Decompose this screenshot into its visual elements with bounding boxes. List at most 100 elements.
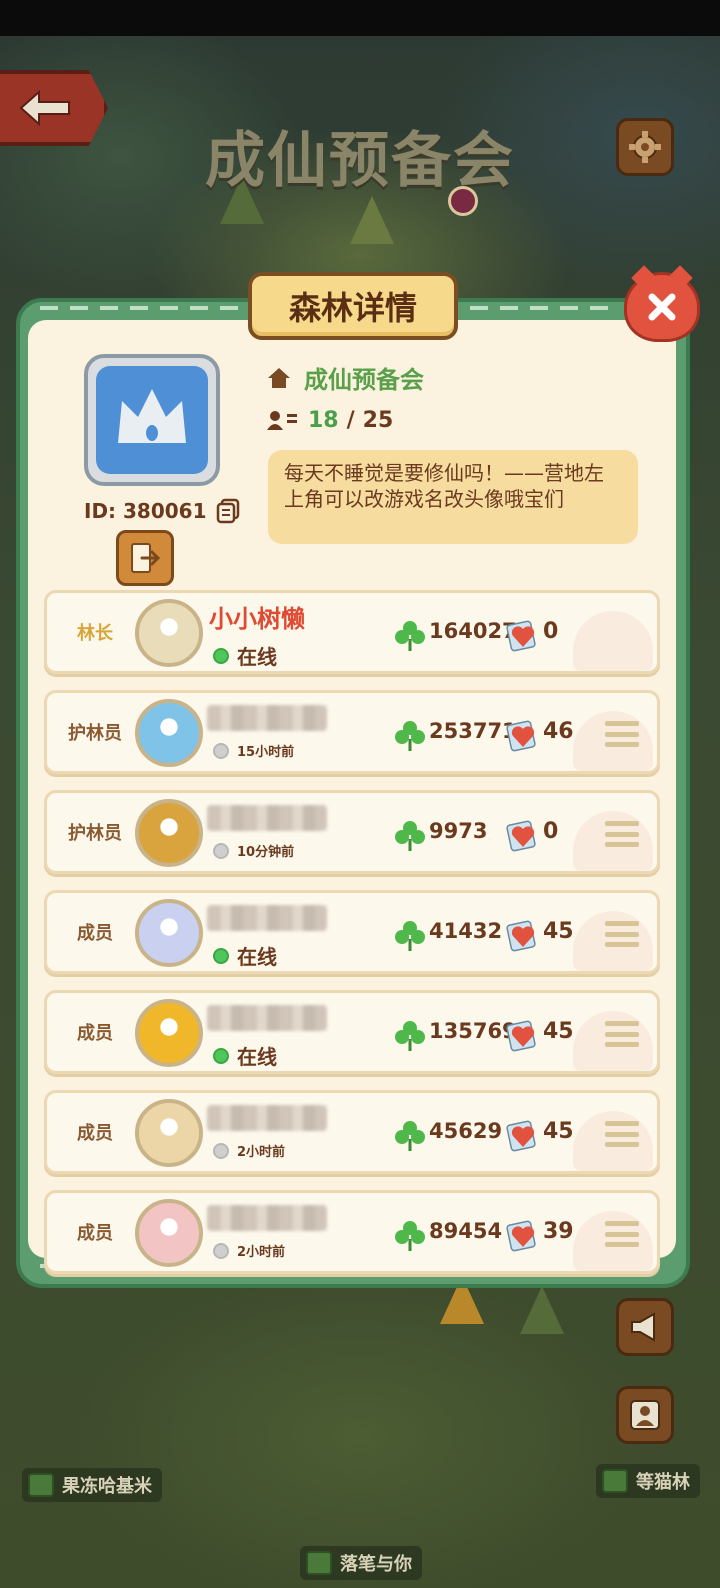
member-row[interactable]: 成员在线 135769 45	[44, 990, 660, 1074]
member-status: 10分钟前	[213, 841, 294, 860]
contact-card-icon	[630, 1400, 660, 1430]
copy-icon[interactable]	[215, 498, 241, 524]
member-role: 成员	[77, 1123, 113, 1144]
home-icon	[268, 367, 290, 388]
member-row[interactable]: 成员 2小时前 45629 45	[44, 1090, 660, 1174]
dialog-title: 森林详情	[248, 272, 458, 340]
member-status: 在线	[213, 1041, 277, 1070]
member-menu-button[interactable]	[605, 1121, 639, 1147]
guild-announcement: 每天不睡觉是要修仙吗！——营地左上角可以改游戏名改头像哦宝们	[268, 450, 638, 544]
member-name-redacted	[207, 1205, 327, 1231]
guild-emblem	[84, 354, 220, 486]
member-avatar[interactable]	[135, 699, 203, 767]
tree-decoration	[350, 196, 394, 244]
member-role: 成员	[77, 1223, 113, 1244]
heart-card-icon[interactable]	[505, 717, 541, 753]
map-marker[interactable]	[448, 186, 478, 216]
status-dot-icon	[213, 647, 229, 664]
place-label[interactable]: 等猫林	[596, 1464, 700, 1498]
heart-card-icon[interactable]	[505, 817, 541, 853]
place-label[interactable]: 果冻哈基米	[22, 1468, 162, 1502]
status-dot-icon	[213, 742, 229, 759]
guild-name: 成仙预备会	[304, 366, 424, 394]
member-role: 护林员	[68, 723, 122, 744]
gear-icon	[629, 131, 661, 163]
status-text: 在线	[237, 945, 277, 969]
status-dot-icon	[213, 1142, 229, 1159]
arrow-left-icon	[19, 89, 70, 127]
member-avatar[interactable]	[135, 899, 203, 967]
clover-icon	[395, 1221, 425, 1251]
exit-icon	[131, 543, 161, 573]
member-status: 2小时前	[213, 1241, 285, 1260]
member-avatar[interactable]	[135, 599, 203, 667]
guild-id-row: ID: 380061	[84, 498, 241, 524]
member-menu-button[interactable]	[605, 721, 639, 747]
profile-button[interactable]	[616, 1386, 674, 1444]
member-avatar[interactable]	[135, 1199, 203, 1267]
panel-border-dash	[40, 306, 240, 310]
heart-card-icon[interactable]	[505, 1117, 541, 1153]
heart-card-icon[interactable]	[505, 617, 541, 653]
member-score: 45629	[429, 1119, 503, 1143]
status-bar	[0, 0, 720, 36]
member-name-redacted	[207, 805, 327, 831]
member-menu-button[interactable]	[605, 921, 639, 947]
member-likes: 45	[543, 1019, 574, 1044]
member-row[interactable]: 护林员 10分钟前 9973 0	[44, 790, 660, 874]
crown-icon	[118, 389, 186, 443]
clover-icon	[395, 721, 425, 751]
place-name: 等猫林	[636, 1472, 690, 1493]
member-menu-button[interactable]	[605, 1021, 639, 1047]
member-score: 89454	[429, 1219, 503, 1243]
member-status: 15小时前	[213, 741, 294, 760]
member-count-max: 25	[362, 408, 394, 433]
status-text: 2小时前	[237, 1245, 286, 1260]
member-role: 成员	[77, 923, 113, 944]
place-name: 落笔与你	[340, 1554, 412, 1575]
clover-icon	[395, 621, 425, 651]
flag-icon	[28, 1473, 54, 1497]
member-score: 41432	[429, 919, 503, 943]
member-menu-button[interactable]	[605, 1221, 639, 1247]
heart-card-icon[interactable]	[505, 1017, 541, 1053]
member-menu-button[interactable]	[605, 821, 639, 847]
member-count-separator: /	[346, 408, 355, 433]
member-avatar[interactable]	[135, 1099, 203, 1167]
close-icon	[648, 293, 676, 321]
heart-card-icon[interactable]	[505, 1217, 541, 1253]
status-text: 在线	[237, 1045, 277, 1069]
member-status: 在线	[213, 941, 277, 970]
settings-button[interactable]	[616, 118, 674, 176]
back-button[interactable]	[0, 70, 108, 146]
member-name-redacted	[207, 905, 327, 931]
member-role: 林长	[77, 623, 113, 644]
flag-icon	[602, 1469, 628, 1493]
member-name-redacted	[207, 705, 327, 731]
member-role: 成员	[77, 1023, 113, 1044]
leave-forest-button[interactable]	[116, 530, 174, 586]
heart-card-icon[interactable]	[505, 917, 541, 953]
member-count-row: 18 / 25	[266, 408, 393, 433]
member-score: 135769	[429, 1019, 517, 1043]
member-row[interactable]: 成员在线 41432 45	[44, 890, 660, 974]
member-name-redacted	[207, 1005, 327, 1031]
close-button[interactable]	[624, 272, 700, 342]
status-dot-icon	[213, 947, 229, 964]
status-text: 在线	[237, 645, 277, 669]
ghost-decoration	[573, 611, 653, 671]
status-dot-icon	[213, 1242, 229, 1259]
member-likes: 39	[543, 1219, 574, 1244]
member-likes: 45	[543, 1119, 574, 1144]
member-likes: 0	[543, 619, 559, 644]
member-avatar[interactable]	[135, 799, 203, 867]
member-row[interactable]: 林长 小小树懒 在线 164027 0	[44, 590, 660, 674]
member-likes: 45	[543, 919, 574, 944]
announce-button[interactable]	[616, 1298, 674, 1356]
member-row[interactable]: 护林员 15小时前 253771 46	[44, 690, 660, 774]
member-row[interactable]: 成员 2小时前 89454 39	[44, 1190, 660, 1274]
place-name: 果冻哈基米	[62, 1476, 152, 1497]
member-avatar[interactable]	[135, 999, 203, 1067]
place-label[interactable]: 落笔与你	[300, 1546, 422, 1580]
background-title: 成仙预备会	[205, 126, 515, 196]
